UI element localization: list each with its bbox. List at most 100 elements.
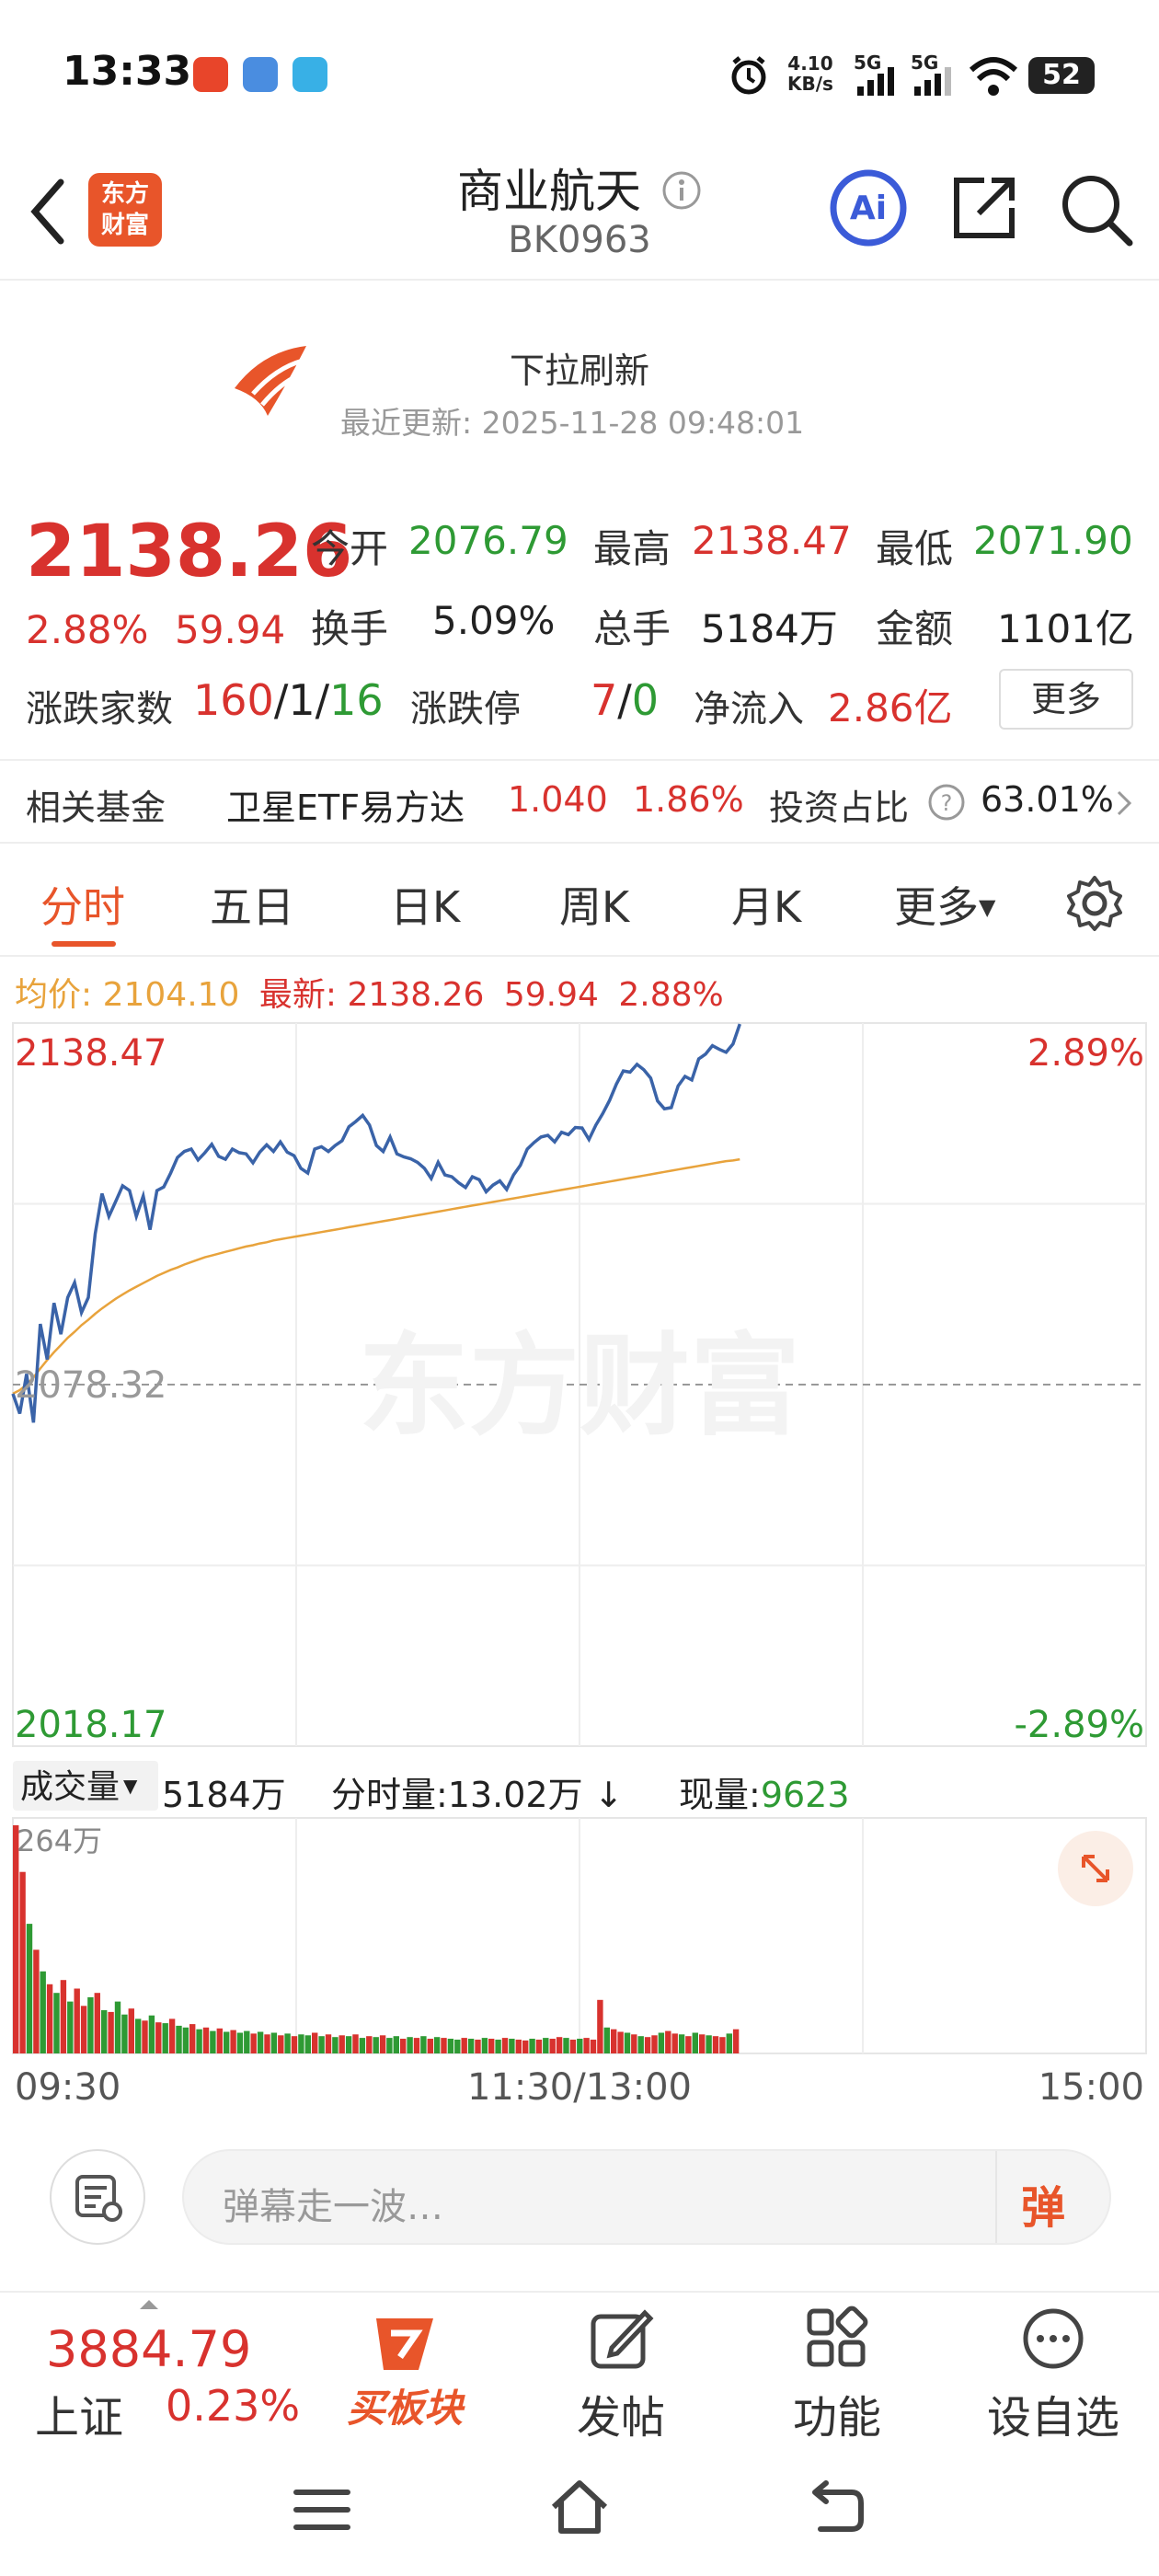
volume-bar: [19, 1871, 26, 2053]
volume-selector-label: 成交量: [20, 1768, 120, 1806]
volume-max-label: 264万: [17, 1823, 102, 1858]
collapse-caret-icon[interactable]: [138, 2298, 160, 2311]
x-tick-close: 15:00: [1039, 2066, 1144, 2109]
amount-value: 1101亿: [997, 606, 1134, 651]
share-icon[interactable]: [947, 171, 1021, 245]
pct-top-label: 2.89%: [1027, 1032, 1144, 1075]
intraday-price-chart[interactable]: 东方财富 2138.47 2078.32 2018.17 2.89% -2.89%: [0, 1019, 1159, 1755]
header: 东方 财富 商业航天 BK0963 Ai: [0, 147, 1159, 281]
volume-bar: [202, 2027, 210, 2053]
buy-board-label: 买板块: [346, 2386, 463, 2431]
volume-bar: [433, 2037, 441, 2053]
volume-bar: [26, 1924, 33, 2053]
pull-refresh-label: 下拉刷新: [509, 351, 649, 391]
y-mid-label: 2078.32: [15, 1364, 166, 1407]
tab-monthly-k[interactable]: 月K: [731, 874, 801, 935]
expand-chart-button[interactable]: [1058, 1831, 1133, 1906]
buy-board-icon: [376, 2318, 433, 2370]
volume-bar: [359, 2038, 366, 2053]
volume-bar: [529, 2039, 535, 2053]
add-watchlist-button[interactable]: 设自选: [975, 2293, 1131, 2445]
legend-change: 59.94: [503, 976, 599, 1014]
fund-ratio: 63.01%: [981, 779, 1114, 820]
avg-value: 2104.10: [102, 976, 240, 1014]
volume-bar: [624, 2032, 631, 2053]
volume-bar: [60, 1980, 67, 2053]
functions-button[interactable]: 功能: [777, 2293, 897, 2445]
wifi-icon: [969, 57, 1018, 96]
volume-bar: [87, 1996, 94, 2053]
dropdown-triangle-icon: ▼: [979, 894, 996, 920]
tab-five-day[interactable]: 五日: [210, 874, 294, 935]
avg-label: 均价:: [15, 976, 93, 1014]
volume-bar: [284, 2033, 291, 2053]
settings-gear-icon[interactable]: [1065, 874, 1124, 933]
more-button[interactable]: 更多: [999, 669, 1133, 730]
breadth-flat: 1: [288, 675, 316, 725]
volume-bar: [53, 1993, 60, 2053]
volume-bar: [250, 2033, 257, 2053]
index-name[interactable]: 上证: [35, 2381, 123, 2445]
ai-assistant-icon[interactable]: Ai: [828, 167, 909, 248]
volume-bar: [230, 2030, 236, 2053]
index-value[interactable]: 3884.79: [46, 2320, 251, 2378]
help-icon[interactable]: ?: [927, 783, 966, 822]
related-fund-row[interactable]: 相关基金 卫星ETF易方达 1.040 1.86% 投资占比 ? 63.01%: [0, 759, 1159, 844]
volume-bar: [549, 2039, 556, 2053]
app-icon-video: [193, 57, 228, 92]
volume-bar: [13, 1825, 19, 2053]
tab-weekly-k[interactable]: 周K: [559, 874, 629, 935]
chevron-right-icon: [1117, 790, 1132, 816]
volume-bar: [135, 2018, 142, 2053]
signal-bars-icon: [857, 67, 894, 96]
volume-chart[interactable]: 264万 09:30 11:30/13:00 15:00: [0, 1812, 1159, 2116]
volume-bar: [224, 2031, 230, 2053]
search-icon[interactable]: [1058, 171, 1135, 248]
signal-bars-icon-2: [914, 67, 951, 96]
volume-bar: [712, 2036, 719, 2053]
volume-bar: [210, 2030, 216, 2053]
back-nav-icon[interactable]: [808, 2479, 866, 2535]
tab-daily-k[interactable]: 日K: [390, 874, 460, 935]
danmu-button-label: 弹: [1021, 2182, 1066, 2234]
current-volume: 现量:9623: [679, 1766, 850, 1817]
fund-section-label: 相关基金: [26, 788, 166, 828]
volume-bar: [658, 2032, 665, 2053]
volume-selector[interactable]: 成交量 ▼: [13, 1761, 158, 1811]
post-button[interactable]: 发帖: [561, 2293, 681, 2445]
svg-text:Ai: Ai: [850, 190, 887, 227]
tab-more[interactable]: 更多▼: [894, 874, 995, 935]
buy-board-button[interactable]: 买板块: [340, 2293, 469, 2433]
volume-bar: [461, 2038, 467, 2053]
volume-bar: [278, 2035, 284, 2053]
tab-intraday[interactable]: 分时: [40, 874, 125, 935]
pct-bottom-label: -2.89%: [1014, 1704, 1144, 1746]
app-icon-send: [293, 57, 327, 92]
volume-bar: [577, 2039, 583, 2053]
functions-label: 功能: [792, 2392, 881, 2444]
volume-bar: [155, 2022, 162, 2053]
volume-bar: [617, 2031, 624, 2053]
volume-bar: [685, 2036, 692, 2053]
fund-pct: 1.86%: [633, 779, 744, 820]
index-pct[interactable]: 0.23%: [166, 2381, 300, 2431]
volume-bar: [189, 2024, 196, 2053]
danmu-send-button[interactable]: 弹: [1021, 2171, 1065, 2236]
danmu-input[interactable]: 弹幕走一波… 弹: [182, 2149, 1111, 2245]
volume-bar: [467, 2039, 475, 2053]
dropdown-triangle-icon: ▼: [123, 1775, 138, 1797]
info-icon[interactable]: [661, 170, 702, 211]
inflow-value: 2.86亿: [828, 685, 953, 730]
volume-bar: [121, 2014, 128, 2053]
volume-bar: [501, 2038, 509, 2053]
breadth-up: 160: [193, 675, 274, 725]
volume-bar: [386, 2038, 393, 2053]
home-icon[interactable]: [546, 2476, 613, 2538]
danmu-settings-button[interactable]: [50, 2149, 145, 2245]
volume-bar: [427, 2039, 433, 2053]
menu-icon[interactable]: [291, 2487, 353, 2533]
total-volume: 5184万: [162, 1775, 286, 1815]
volume-bar: [379, 2035, 386, 2053]
y-bottom-label: 2018.17: [15, 1704, 166, 1746]
app-icon-cloud: [243, 57, 278, 92]
